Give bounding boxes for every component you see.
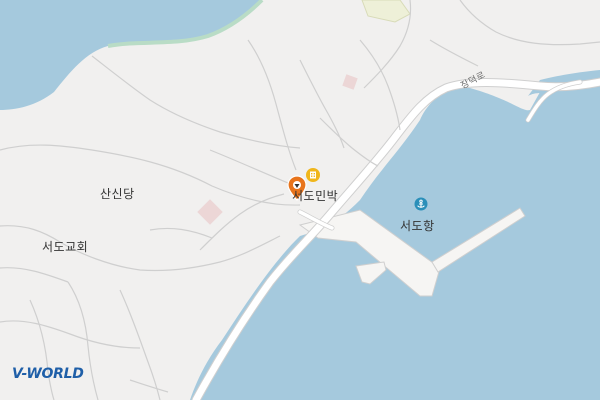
vworld-logo: V-WORLD xyxy=(12,366,84,382)
anchor-icon xyxy=(414,197,428,211)
map-view[interactable]: 산신당 서도교회 서도민박 서도항 장덕로 V-WORLD xyxy=(0,0,600,400)
place-label-minbak: 서도민박 xyxy=(292,189,339,203)
place-label-harbor: 서도항 xyxy=(400,219,435,233)
place-label-sansindang: 산신당 xyxy=(100,187,135,201)
place-label-church: 서도교회 xyxy=(42,240,89,254)
hotel-icon xyxy=(306,168,320,182)
